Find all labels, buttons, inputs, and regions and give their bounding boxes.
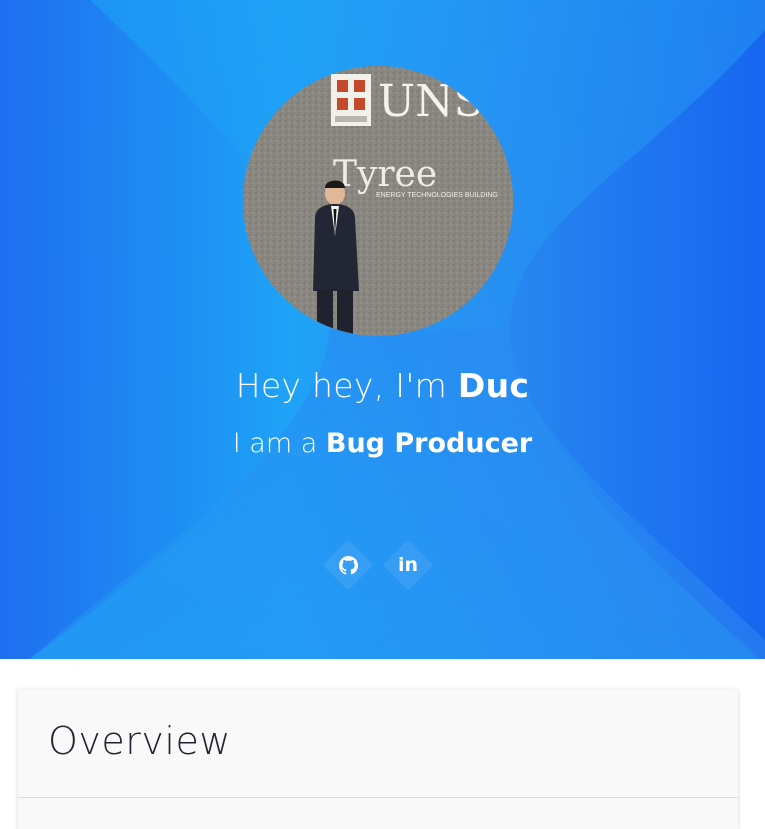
hero-banner: UNSW Tyree ENERGY TECHNOLOGIES BUILDING … xyxy=(0,0,765,659)
hero-greeting: Hey hey, I'm Duc xyxy=(0,366,765,405)
github-link[interactable] xyxy=(322,539,374,591)
building-subtitle: ENERGY TECHNOLOGIES BUILDING xyxy=(376,192,498,199)
divider xyxy=(18,797,738,798)
overview-card: Overview xyxy=(18,689,738,829)
overview-title: Overview xyxy=(48,719,231,763)
profile-avatar: UNSW Tyree ENERGY TECHNOLOGIES BUILDING xyxy=(243,66,513,336)
role-prefix: I am a xyxy=(232,428,326,459)
greeting-prefix: Hey hey, I'm xyxy=(235,366,458,405)
building-name: Tyree xyxy=(333,154,437,195)
github-icon xyxy=(323,540,373,590)
hero-role: I am a Bug Producer xyxy=(0,428,765,459)
linkedin-link[interactable]: in xyxy=(382,539,434,591)
role-title: Bug Producer xyxy=(325,428,533,459)
hero-name: Duc xyxy=(457,366,530,405)
linkedin-icon: in xyxy=(397,554,419,576)
